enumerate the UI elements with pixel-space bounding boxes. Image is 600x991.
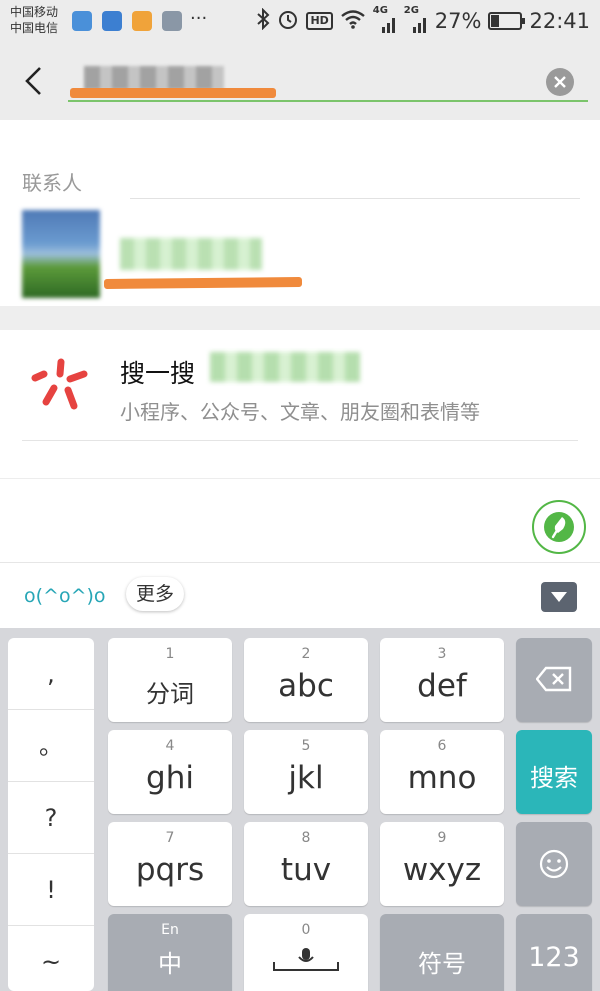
key-number: 0 [301,922,311,938]
carriers: 中国移动 中国电信 [10,4,58,36]
key-7[interactable]: 7 pqrs [108,822,232,906]
punctuation-column[interactable]: , 。 ? ! ~ [8,638,94,991]
language-switch-key[interactable]: En 中 [108,914,232,991]
contacts-section: 联系人 [0,120,600,306]
key-number: 1 [165,646,175,662]
key-number: 6 [437,738,447,754]
search-key[interactable]: 搜索 [516,730,592,814]
bluetooth-icon [256,7,270,35]
key-number: 4 [165,738,175,754]
status-bar: 中国移动 中国电信 ··· HD 4G 2G 27% 22:41 [0,0,600,44]
backspace-icon [536,666,572,692]
more-candidates-button[interactable]: 更多 [126,577,185,611]
punct-key[interactable]: ? [8,782,94,854]
wifi-icon [340,9,366,34]
battery-icon [488,12,526,30]
clock: 22:41 [529,9,590,33]
punct-key[interactable]: ~ [8,926,94,991]
key-5[interactable]: 5 jkl [244,730,368,814]
sousou-logo-icon [30,352,94,416]
carrier-1: 中国移动 [10,5,59,19]
hd-badge: HD [306,12,333,30]
key-label: tuv [280,852,332,888]
results-empty-area [0,446,600,562]
voice-input-button[interactable] [532,500,586,554]
smiley-icon [539,849,569,879]
sousou-query-redacted [210,352,360,382]
key-label: 分词 [146,680,194,708]
back-arrow-icon[interactable] [22,66,46,96]
contact-name-redacted[interactable] [120,238,262,270]
key-label: def [417,668,467,704]
search-search-item[interactable]: 搜一搜 小程序、公众号、文章、朋友圈和表情等 [0,330,600,446]
collapse-keyboard-icon[interactable] [541,582,577,612]
signal-4g-icon: 4G [373,5,397,33]
clear-icon[interactable] [546,68,574,96]
search-underline [68,100,588,102]
ime-keyboard: , 。 ? ! ~ 1 分词 2 abc 3 def 4 ghi 5 jkl 6… [0,628,600,991]
app-notification-icon [132,11,152,31]
key-label: ghi [146,760,194,796]
key-1[interactable]: 1 分词 [108,638,232,722]
key-2[interactable]: 2 abc [244,638,368,722]
section-title-contacts: 联系人 [22,171,82,195]
more-notifications: ··· [190,8,208,29]
status-right: HD 4G 2G 27% 22:41 [256,5,590,35]
app-notification-icon [162,11,182,31]
space-key[interactable]: 0 [244,914,368,991]
key-3[interactable]: 3 def [380,638,504,722]
key-number: 2 [301,646,311,662]
key-number: 9 [437,830,447,846]
redaction-mark [70,88,276,98]
sousou-subtitle: 小程序、公众号、文章、朋友圈和表情等 [120,400,480,424]
app-notification-icon [72,11,92,31]
key-4[interactable]: 4 ghi [108,730,232,814]
key-label: mno [407,760,477,796]
battery-percent: 27% [434,9,482,33]
lang-top-label: En [161,922,179,938]
battery-fill [491,15,500,27]
divider [22,440,578,441]
search-header [0,44,600,120]
emoji-key[interactable] [516,822,592,906]
key-number: 5 [301,738,311,754]
microphone-icon [544,512,574,542]
search-key-label: 搜索 [530,764,578,792]
punct-key[interactable]: ! [8,854,94,926]
key-number: 8 [301,830,311,846]
backspace-key[interactable] [516,638,592,722]
key-label: jkl [288,760,324,796]
net-4g-label: 4G [372,5,388,16]
redaction-mark [103,276,303,290]
numbers-key[interactable]: 123 [516,914,592,991]
key-label: abc [278,668,334,704]
punct-key[interactable]: 。 [8,710,94,782]
punct-key[interactable]: , [8,638,94,710]
divider [0,478,600,479]
sousou-title: 搜一搜 [120,359,196,388]
section-gap [0,306,600,330]
space-mic-icon [273,948,339,971]
carrier-2: 中国电信 [10,21,59,35]
lang-main-label: 中 [158,950,182,978]
net-2g-label: 2G [403,5,419,16]
alarm-icon [277,8,299,35]
divider [130,198,580,199]
app-notification-icon [102,11,122,31]
contact-avatar[interactable] [22,210,100,298]
ime-candidate-bar: o(^o^)o 更多 [0,562,600,628]
kaomoji-candidate[interactable]: o(^o^)o [24,585,106,607]
key-label: pqrs [135,852,205,888]
symbols-label: 符号 [418,950,466,978]
redacted-query [84,66,224,90]
key-number: 7 [165,830,175,846]
key-9[interactable]: 9 wxyz [380,822,504,906]
key-label: wxyz [402,852,482,888]
key-number: 3 [437,646,447,662]
numbers-label: 123 [528,942,580,973]
key-8[interactable]: 8 tuv [244,822,368,906]
symbols-key[interactable]: 符号 [380,914,504,991]
signal-2g-icon: 2G [404,5,428,33]
key-6[interactable]: 6 mno [380,730,504,814]
